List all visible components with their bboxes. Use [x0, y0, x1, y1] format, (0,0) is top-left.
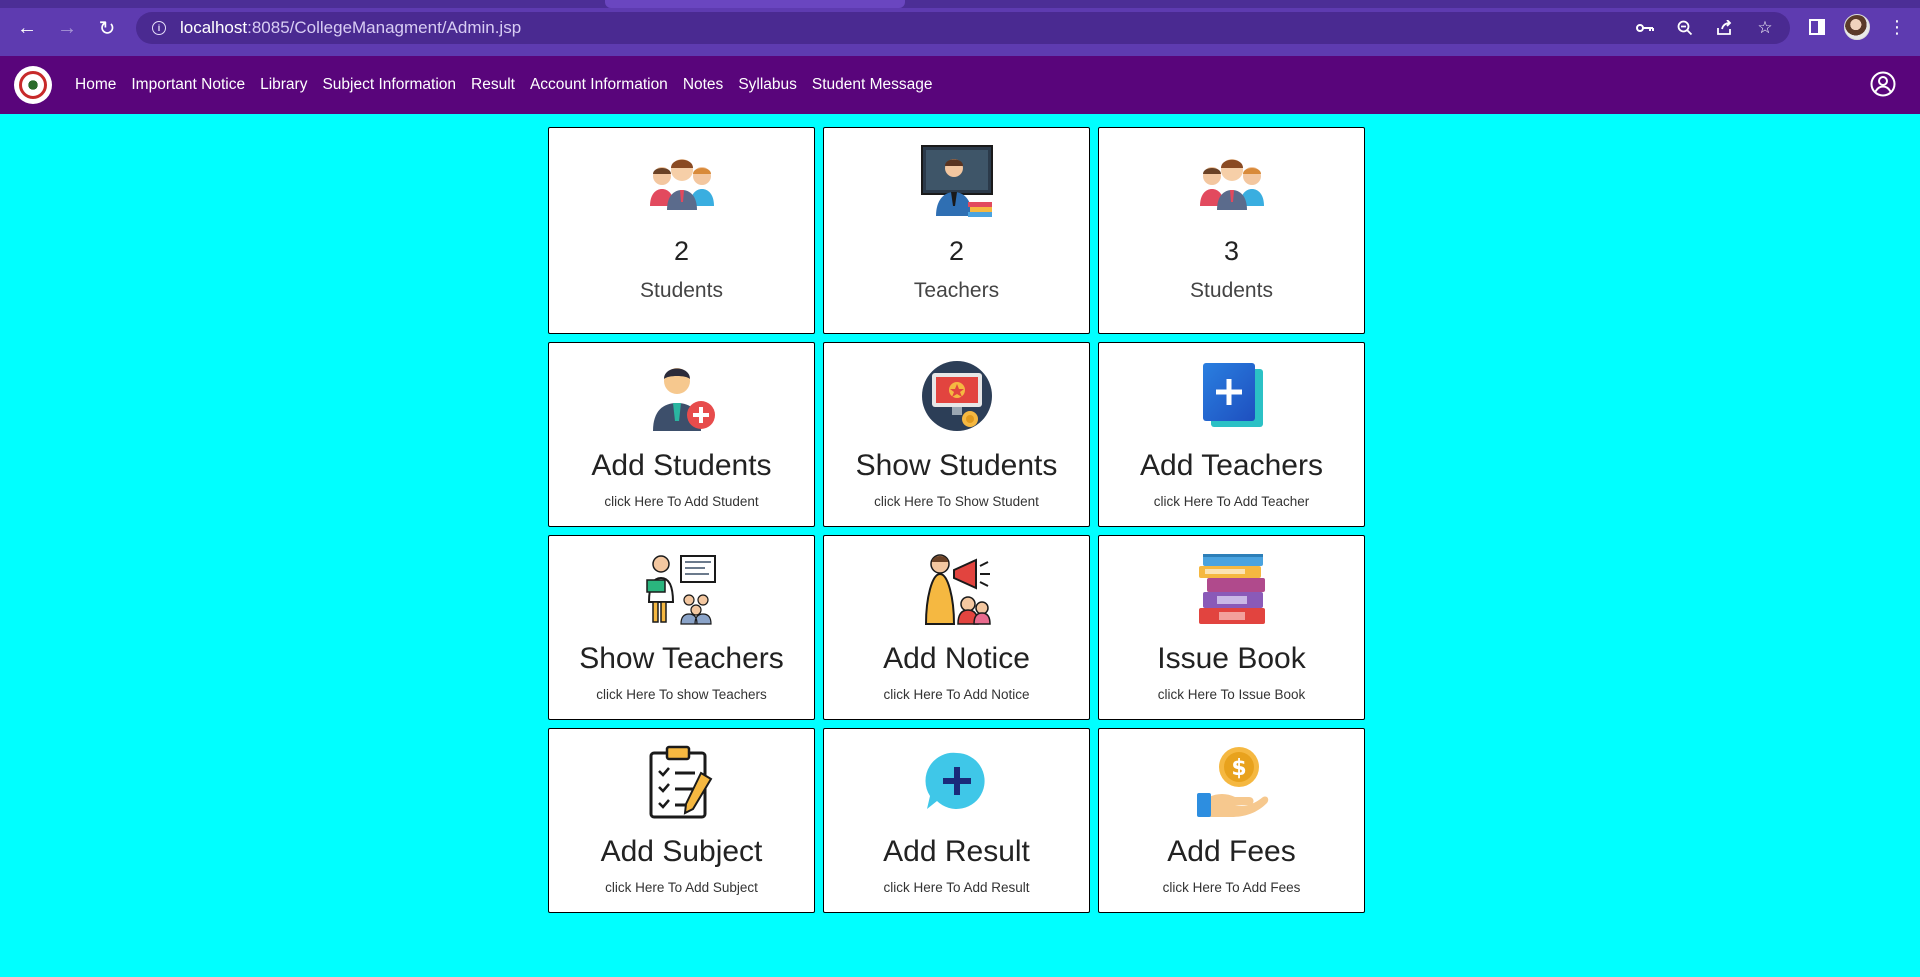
user-account-icon[interactable] [1870, 71, 1896, 97]
tab-strip [0, 0, 1920, 8]
share-icon[interactable] [1712, 16, 1738, 40]
app-navbar: Home Important Notice Library Subject In… [0, 56, 1920, 114]
add-bubble-icon [925, 752, 985, 809]
nav-link-account-information[interactable]: Account Information [530, 76, 668, 94]
nav-link-library[interactable]: Library [260, 76, 307, 94]
site-info-icon[interactable]: i [152, 21, 166, 35]
add-square-icon [1202, 363, 1263, 427]
teacher-icon [920, 145, 993, 217]
group-icon [649, 159, 714, 210]
nav-link-result[interactable]: Result [471, 76, 515, 94]
card-title: Add Students [591, 449, 772, 482]
nav-link-notes[interactable]: Notes [683, 76, 724, 94]
nav-link-syllabus[interactable]: Syllabus [738, 76, 797, 94]
card-title: Show Students [855, 449, 1058, 482]
classroom-icon [645, 555, 716, 625]
nav-link-home[interactable]: Home [75, 76, 116, 94]
card-title: Show Teachers [579, 642, 784, 675]
card-title: Add Result [883, 835, 1030, 868]
monitor-icon [921, 361, 992, 431]
svg-text:$: $ [1231, 756, 1246, 781]
active-tab[interactable] [605, 0, 905, 8]
add-fees-card[interactable]: $ Add Fees click Here To Add Fees [1098, 728, 1365, 913]
kebab-menu-icon[interactable]: ⋮ [1884, 12, 1910, 42]
stat-label: Teachers [913, 279, 1000, 302]
card-subtitle: click Here To Add Notice [883, 687, 1030, 702]
key-icon[interactable] [1632, 16, 1658, 40]
card-subtitle: click Here To Add Student [604, 494, 759, 509]
browser-toolbar: ← → ↻ i localhost:8085/CollegeManagment/… [0, 0, 1920, 56]
url-text[interactable]: localhost:8085/CollegeManagment/Admin.js… [180, 18, 521, 38]
add-notice-card[interactable]: Add Notice click Here To Add Notice [823, 535, 1090, 720]
nav-link-important-notice[interactable]: Important Notice [131, 76, 245, 94]
card-subtitle: click Here To show Teachers [596, 687, 767, 702]
dashboard-grid: 2 Students 2 Teachers 3 Students Add Stu… [548, 127, 1366, 921]
card-subtitle: click Here To Add Result [883, 880, 1030, 895]
college-logo[interactable] [14, 66, 52, 104]
show-teachers-card[interactable]: Show Teachers click Here To show Teacher… [548, 535, 815, 720]
add-user-icon [652, 368, 715, 431]
card-subtitle: click Here To Add Fees [1162, 880, 1301, 895]
card-title: Add Fees [1167, 835, 1296, 868]
star-icon[interactable]: ☆ [1752, 16, 1778, 40]
stat-label: Students [1190, 279, 1273, 302]
add-result-card[interactable]: Add Result click Here To Add Result [823, 728, 1090, 913]
nav-link-subject-information[interactable]: Subject Information [322, 76, 456, 94]
nav-link-student-message[interactable]: Student Message [812, 76, 933, 94]
megaphone-icon [924, 554, 991, 625]
profile-avatar[interactable] [1844, 14, 1870, 40]
reload-icon[interactable]: ↻ [92, 13, 122, 43]
card-subtitle: click Here To Issue Book [1157, 687, 1306, 702]
side-panel-icon[interactable] [1804, 12, 1830, 42]
coin-hand-icon: $ [1196, 747, 1268, 817]
issue-book-card[interactable]: Issue Book click Here To Issue Book [1098, 535, 1365, 720]
card-title: Issue Book [1157, 642, 1306, 675]
back-icon[interactable]: ← [12, 13, 42, 43]
forward-icon[interactable]: → [52, 13, 82, 43]
add-subject-card[interactable]: Add Subject click Here To Add Subject [548, 728, 815, 913]
address-bar[interactable]: i localhost:8085/CollegeManagment/Admin.… [136, 12, 1790, 44]
card-title: Add Teachers [1140, 449, 1323, 482]
zoom-icon[interactable] [1672, 16, 1698, 40]
nav-links: Home Important Notice Library Subject In… [75, 76, 948, 94]
stat-card-students[interactable]: 2 Students [548, 127, 815, 334]
show-students-card[interactable]: Show Students click Here To Show Student [823, 342, 1090, 527]
books-icon [1198, 554, 1265, 624]
stat-card-teachers[interactable]: 2 Teachers [823, 127, 1090, 334]
clipboard-icon [649, 745, 712, 819]
card-subtitle: click Here To Add Teacher [1153, 494, 1310, 509]
add-students-card[interactable]: Add Students click Here To Add Student [548, 342, 815, 527]
stat-card-students[interactable]: 3 Students [1098, 127, 1365, 334]
add-teachers-card[interactable]: Add Teachers click Here To Add Teacher [1098, 342, 1365, 527]
card-title: Add Notice [883, 642, 1030, 675]
stat-value: 2 [948, 236, 965, 266]
stat-label: Students [640, 279, 723, 302]
card-title: Add Subject [600, 835, 763, 868]
card-subtitle: click Here To Add Subject [605, 880, 758, 895]
stat-value: 2 [673, 236, 690, 266]
card-subtitle: click Here To Show Student [874, 494, 1039, 509]
stat-value: 3 [1223, 236, 1240, 266]
group-icon [1199, 159, 1264, 210]
